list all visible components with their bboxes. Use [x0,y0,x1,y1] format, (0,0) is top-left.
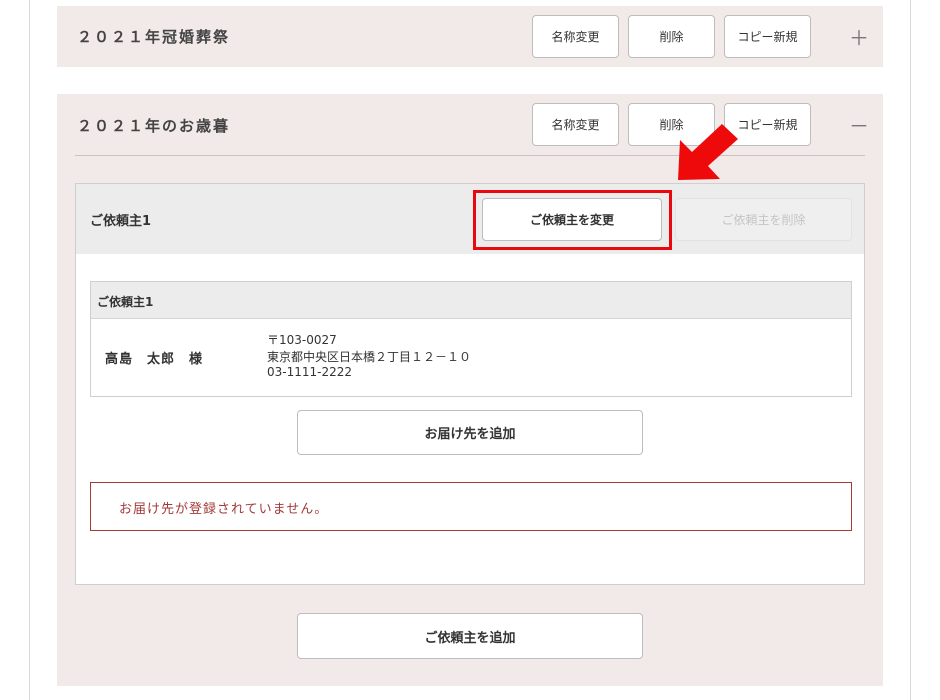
add-client-button[interactable]: ご依頼主を追加 [297,613,643,659]
add-destination-button[interactable]: お届け先を追加 [297,410,643,455]
rename-button[interactable]: 名称変更 [532,15,619,58]
client-card-header: ご依頼主1 [91,282,851,319]
change-client-button[interactable]: ご依頼主を変更 [482,198,662,241]
client-card: ご依頼主1 高島 太郎 様 〒103-0027 東京都中央区日本橋２丁目１２－１… [90,281,852,397]
expand-icon[interactable]: ＋ [849,22,869,51]
client-panel-header: ご依頼主1 ご依頼主を変更 ご依頼主を削除 [76,184,864,254]
right-frame-line [910,0,911,700]
client-panel: ご依頼主1 ご依頼主を変更 ご依頼主を削除 ご依頼主1 高島 太郎 様 〒103… [75,183,865,585]
section-divider [75,155,865,156]
collapse-icon[interactable]: － [849,110,869,139]
copy-new-button[interactable]: コピー新規 [724,15,811,58]
section-title: ２０２１年のお歳暮 [77,117,231,135]
client-name: 高島 太郎 様 [105,352,204,367]
postal-code: 〒103-0027 [267,333,337,347]
phone-number: 03-1111-2222 [267,365,353,379]
section-kankonsosai: ２０２１年冠婚葬祭 名称変更 削除 コピー新規 ＋ [57,6,883,67]
client-label: ご依頼主1 [90,214,152,229]
section-oseibo: ２０２１年のお歳暮 名称変更 削除 コピー新規 － ご依頼主1 ご依頼主を変更 … [57,94,883,686]
delete-button[interactable]: 削除 [628,15,715,58]
client-card-title: ご依頼主1 [97,295,154,309]
rename-button[interactable]: 名称変更 [532,103,619,146]
delete-client-button: ご依頼主を削除 [675,198,852,241]
section-title: ２０２１年冠婚葬祭 [77,28,231,46]
address: 東京都中央区日本橋２丁目１２－１０ [267,350,472,364]
pointer-arrow-icon [678,124,738,180]
no-destination-notice: お届け先が登録されていません。 [90,482,852,531]
notice-text: お届け先が登録されていません。 [119,502,329,517]
left-frame-line [29,0,30,700]
